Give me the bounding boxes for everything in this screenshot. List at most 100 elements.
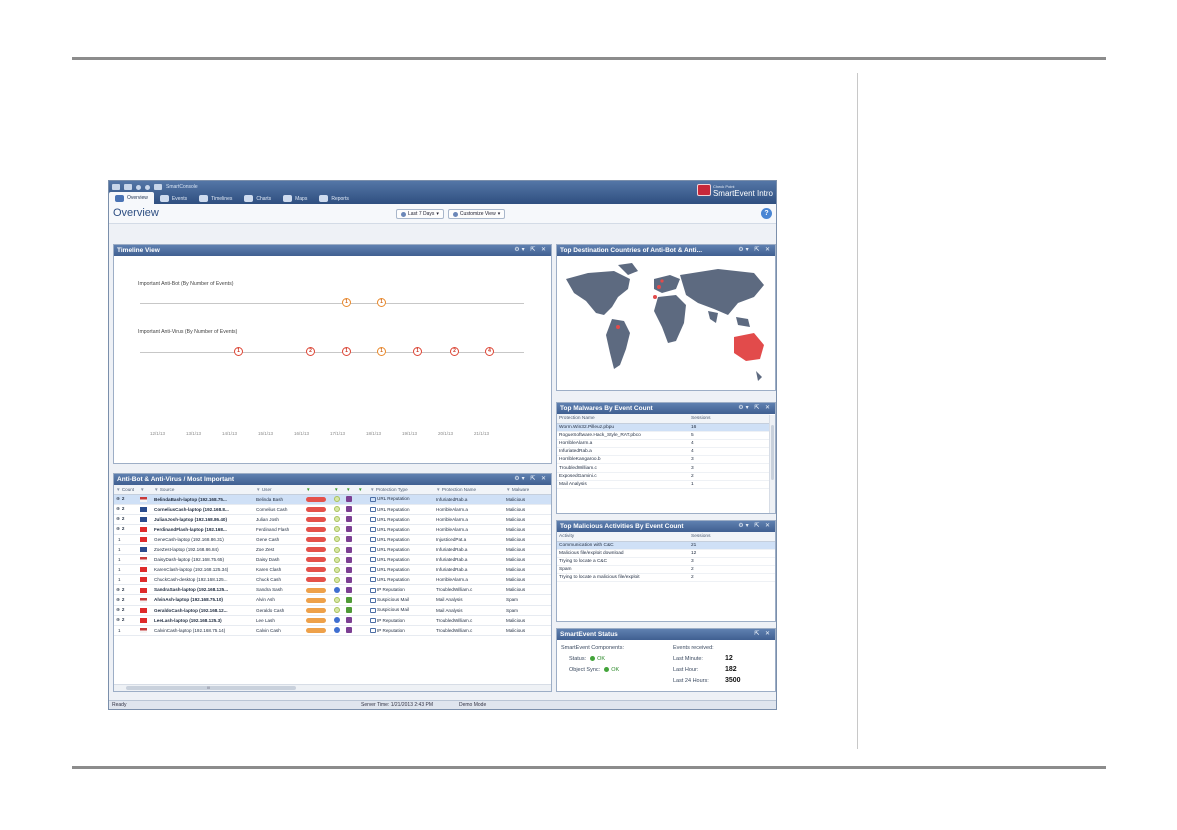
malware-action-cell[interactable]: Spam [504,594,551,606]
timeline-event-marker[interactable]: 1 [234,347,243,356]
user-cell[interactable]: Lee Lash [254,615,304,626]
timeline-event-marker[interactable]: 1 [377,298,386,307]
timeline-event-marker[interactable]: 1 [342,347,351,356]
expand-icon[interactable]: ⊕ [116,597,120,602]
malware-action-cell[interactable]: Malicious [504,544,551,556]
list-item[interactable]: Worm.Win32.Pilleuz.pbpu 16 [557,423,770,432]
tab-reports[interactable]: Reports [313,193,355,204]
malware-action-cell[interactable]: Malicious [504,504,551,515]
source-cell[interactable]: LeeLash-laptop (192.168.125.3) [152,615,254,626]
column-header[interactable]: ▼ Protection Type [368,485,434,495]
list-item[interactable]: HorribleKangaroo.b 3 [557,455,770,465]
protection-type-cell[interactable]: IP Reputation [368,615,434,626]
source-cell[interactable]: FerdinandFlash-laptop (192.168... [152,524,254,535]
column-header[interactable]: ▼ Source [152,485,254,495]
table-row[interactable]: 1 ZoeZest-laptop (192.168.86.84) Zoe Zest U… [114,544,551,556]
list-item[interactable]: Communication with C&C 21 [557,541,775,550]
timeline-event-marker[interactable]: 4 [485,347,494,356]
malware-action-cell[interactable]: Malicious [504,514,551,525]
undo-icon[interactable] [136,184,141,190]
table-row[interactable]: 1 KarenClash-laptop (192.168.125.34) Karen… [114,564,551,576]
protection-name-cell[interactable]: TroubledWilliam.c [434,584,504,596]
malware-action-cell[interactable]: Malicious [504,554,551,566]
protection-name-cell[interactable]: HorribleAlarm.a [434,524,504,535]
source-cell[interactable]: DaisyDash-laptop (192.168.75.65) [152,554,254,566]
malware-action-cell[interactable]: Malicious [504,494,551,505]
refresh-icon[interactable] [145,184,150,190]
expand-icon[interactable]: ⊕ [116,617,120,622]
user-cell[interactable]: Karen Clash [254,564,304,576]
malware-action-cell[interactable]: Malicious [504,615,551,626]
protection-type-cell[interactable]: URL Reputation [368,544,434,556]
list-item[interactable]: Trying to locate a malicious file/exploi… [557,573,775,583]
protection-type-cell[interactable]: URL Reputation [368,574,434,586]
protection-type-cell[interactable]: URL Reputation [368,494,434,505]
list-item[interactable]: Trying to locate a C&C 3 [557,557,775,567]
list-item[interactable]: HorribleAlarm.a 4 [557,439,770,449]
protection-type-cell[interactable]: IP Reputation [368,584,434,596]
source-cell[interactable]: AlvinAsh-laptop (192.168.75.10) [152,594,254,606]
smartconsole-menu[interactable]: SmartConsole [166,184,198,190]
user-cell[interactable]: Gene Cash [254,534,304,545]
expand-icon[interactable]: ⊕ [116,506,120,511]
table-row[interactable]: ⊕ 2 BelindaBash-laptop (192.168.75... Belin… [114,494,551,505]
column-header[interactable]: ▼ [344,485,356,495]
tab-overview[interactable]: Overview [109,192,154,204]
source-cell[interactable]: JulianJosh-laptop (192.168.86.40) [152,514,254,525]
scrollbar-thumb[interactable] [771,425,774,480]
malware-action-cell[interactable]: Malicious [504,524,551,535]
malware-action-cell[interactable]: Malicious [504,534,551,545]
source-cell[interactable]: GeraldoCash-laptop (192.168.12... [152,605,254,616]
table-row[interactable]: ⊕ 2 JulianJosh-laptop (192.168.86.40) Julia… [114,514,551,525]
user-cell[interactable]: Belinda Bash [254,494,304,505]
filter-icon[interactable]: ▼ [346,487,351,492]
protection-type-cell[interactable]: URL Reputation [368,564,434,576]
protection-type-cell[interactable]: URL Reputation [368,524,434,535]
list-item[interactable]: ExposedGamini.c 2 [557,472,770,481]
expand-icon[interactable]: ⊕ [116,607,120,612]
tab-timelines[interactable]: Timelines [193,193,238,204]
user-cell[interactable]: Geraldo Cash [254,605,304,616]
column-header[interactable]: ▼ [356,485,368,495]
column-header[interactable]: ▼ [304,485,332,495]
table-row[interactable]: ⊕ 2 FerdinandFlash-laptop (192.168... Ferdi… [114,524,551,535]
tab-maps[interactable]: Maps [277,193,313,204]
world-map[interactable] [558,257,776,389]
source-cell[interactable]: CalvinCash-laptop (192.168.75.14) [152,625,254,636]
column-header[interactable]: ▼ Count [114,485,138,495]
window-icon[interactable] [154,184,162,190]
menu-icon[interactable] [112,184,120,190]
protection-type-cell[interactable]: Suspicious Mail [368,594,434,606]
protection-name-cell[interactable]: HorribleAlarm.a [434,574,504,586]
protection-name-cell[interactable]: InfuriatedRab.a [434,564,504,576]
col-activity[interactable]: Activity [557,532,689,542]
table-row[interactable]: ⊕ 2 CorneliusCash-laptop (192.168.8... Corn… [114,504,551,515]
column-header[interactable]: ▼ [138,485,152,495]
protection-name-cell[interactable]: Mail Analysis [434,594,504,606]
list-item[interactable]: InfuriatedRab.a 4 [557,447,770,457]
list-item[interactable]: TroubledWilliam.c 3 [557,463,770,473]
user-cell[interactable]: Julian Josh [254,514,304,525]
malware-action-cell[interactable]: Malicious [504,564,551,576]
timeline-event-marker[interactable]: 1 [342,298,351,307]
source-cell[interactable]: CorneliusCash-laptop (192.168.8... [152,504,254,515]
panel-controls[interactable]: ⚙▾ ⇱ ✕ [738,403,772,414]
source-cell[interactable]: BelindaBash-laptop (192.168.75... [152,494,254,505]
col-sessions[interactable]: Sessions [689,532,775,542]
user-cell[interactable]: Calvin Cash [254,625,304,636]
user-cell[interactable]: Ferdinand Flash [254,524,304,535]
table-row[interactable]: 1 CalvinCash-laptop (192.168.75.14) Calvin… [114,625,551,636]
panel-controls[interactable]: ⚙▾ ⇱ ✕ [514,245,548,256]
protection-name-cell[interactable]: Mail Analysis [434,605,504,616]
protection-name-cell[interactable]: TroubledWilliam.c [434,615,504,626]
help-icon[interactable]: ? [761,208,772,219]
malware-action-cell[interactable]: Spam [504,605,551,616]
table-row[interactable]: ⊕ 2 GeraldoCash-laptop (192.168.12... Geral… [114,605,551,616]
protection-name-cell[interactable]: InfuriatedRab.a [434,554,504,566]
timeline-event-marker[interactable]: 1 [377,347,386,356]
table-row[interactable]: 1 ChuckCash-desktop (192.168.125... Chuck … [114,574,551,586]
save-icon[interactable] [124,184,132,190]
column-header[interactable]: ▼ Protection Name [434,485,504,495]
column-header[interactable]: ▼ Malware [504,485,551,495]
table-row[interactable]: ⊕ 2 SandraSash-laptop (192.168.125... Sandr… [114,584,551,596]
